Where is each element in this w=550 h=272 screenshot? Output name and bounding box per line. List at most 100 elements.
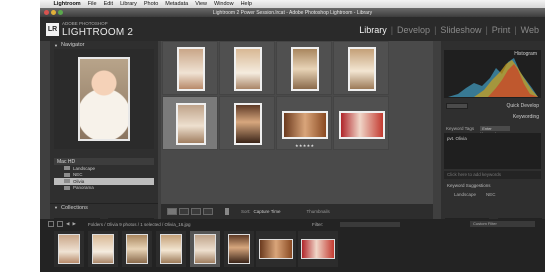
title-bar: Lightroom 2 Power Session.lrcat - Adobe … <box>40 8 545 17</box>
volume-header[interactable]: Mac HD <box>54 158 154 165</box>
close-window-button[interactable] <box>44 10 49 15</box>
folder-icon <box>64 166 70 171</box>
window-title: Lightroom 2 Power Session.lrcat - Adobe … <box>212 9 373 16</box>
grid-cell-selected[interactable] <box>162 96 218 150</box>
right-panel: Histogram Quick Develop Keywording Keywo… <box>441 41 545 227</box>
photo-thumbnail <box>282 111 328 139</box>
navigator-title: Navigator <box>60 42 85 48</box>
collapse-triangle-icon: ▼ <box>54 42 58 48</box>
filter-label: Filter: <box>312 221 324 227</box>
histogram[interactable]: Histogram <box>444 50 541 98</box>
add-keywords-field[interactable]: Click here to add keywords <box>444 171 541 179</box>
custom-filter-select[interactable]: Custom Filter <box>470 221 535 227</box>
grid-cell[interactable] <box>162 41 218 95</box>
menu-metadata[interactable]: Metadata <box>162 1 192 7</box>
menu-window[interactable]: Window <box>211 1 238 7</box>
filmstrip-thumbnail <box>259 239 293 259</box>
folder-label: NEC <box>73 172 83 178</box>
filmstrip: ◀ ▶ Folders / Olivia 9 photos / 1 select… <box>40 219 545 272</box>
module-library[interactable]: Library <box>355 25 391 35</box>
folder-label: Panorama <box>73 185 94 191</box>
menu-edit[interactable]: Edit <box>100 1 116 7</box>
module-develop[interactable]: Develop <box>393 25 434 35</box>
filmstrip-cell-selected[interactable] <box>190 231 220 267</box>
menu-help[interactable]: Help <box>237 1 255 7</box>
filmstrip-bar: ◀ ▶ Folders / Olivia 9 photos / 1 select… <box>40 219 545 229</box>
photo-thumbnail <box>177 47 205 91</box>
quick-develop-title: Quick Develop <box>506 103 539 109</box>
filmstrip-cell[interactable] <box>88 231 118 267</box>
filmstrip-thumbnail <box>228 234 250 264</box>
keyword-entry-box[interactable]: pvt. Olivia <box>444 133 541 169</box>
menu-lightroom[interactable]: Lightroom <box>50 1 84 7</box>
preset-select[interactable] <box>446 103 468 109</box>
grid-view-icon[interactable] <box>167 208 177 215</box>
filmstrip-thumbnail <box>126 234 148 264</box>
product-name: LIGHTROOM 2 <box>62 27 134 38</box>
zoom-window-button[interactable] <box>58 10 63 15</box>
keywording-header[interactable]: Keywording <box>444 114 541 122</box>
grid-cell[interactable] <box>219 96 275 150</box>
grid-cell[interactable]: ★★★★★ <box>276 96 332 150</box>
volume-label: Mac HD <box>57 158 76 165</box>
rating-stars[interactable]: ★★★★★ <box>295 143 314 148</box>
library-toolbar: Sort: Capture Time Thumbnails <box>161 204 433 219</box>
module-print[interactable]: Print <box>488 25 515 35</box>
grid-cell[interactable] <box>333 41 389 95</box>
keyword-suggestion[interactable]: Landscape <box>454 192 476 197</box>
filmstrip-cell[interactable] <box>224 231 254 267</box>
filmstrip-cell[interactable] <box>298 231 338 267</box>
navigator-header[interactable]: ▼ Navigator <box>50 41 158 49</box>
grid-cell[interactable] <box>219 41 275 95</box>
menu-photo[interactable]: Photo <box>140 1 161 7</box>
screen: Lightroom File Edit Library Photo Metada… <box>0 0 550 272</box>
survey-view-icon[interactable] <box>203 208 213 215</box>
filmstrip-thumbnail <box>92 234 114 264</box>
keyword-mode-select[interactable]: Enter Keywords <box>480 126 511 136</box>
identity-plate: LR ADOBE PHOTOSHOP LIGHTROOM 2 Library |… <box>40 17 545 41</box>
collapse-triangle-icon: ▼ <box>54 205 58 210</box>
grid-cell[interactable] <box>333 96 389 150</box>
menu-file[interactable]: File <box>84 1 100 7</box>
collections-header[interactable]: ▼ Collections <box>50 203 158 211</box>
folder-row[interactable]: Panorama <box>54 185 154 192</box>
photo-thumbnail <box>234 47 262 91</box>
keyword-suggestion[interactable]: NEC <box>486 192 496 197</box>
left-panel: ▼ Navigator Mac HD Landscape NEC Olivia <box>50 41 158 227</box>
compare-view-icon[interactable] <box>191 208 201 215</box>
filmstrip-thumbnail <box>194 234 216 264</box>
grid-cell[interactable] <box>276 41 332 95</box>
histogram-title: Histogram <box>514 51 537 57</box>
folder-icon <box>64 185 70 190</box>
navigator-photo <box>78 57 130 141</box>
folder-icon <box>64 172 70 177</box>
filmstrip-cell[interactable] <box>256 231 296 267</box>
module-slideshow[interactable]: Slideshow <box>436 25 485 35</box>
menu-view[interactable]: View <box>192 1 211 7</box>
filmstrip-cell[interactable] <box>156 231 186 267</box>
second-window-icon[interactable] <box>48 221 54 227</box>
navigator-preview[interactable] <box>54 49 154 149</box>
filmstrip-cell[interactable] <box>54 231 84 267</box>
grid-icon[interactable] <box>57 221 63 227</box>
forward-arrow-icon[interactable]: ▶ <box>72 221 75 227</box>
painter-spray-can-icon[interactable] <box>225 208 229 215</box>
lightroom-logo: LR <box>46 23 59 36</box>
filmstrip-source-info[interactable]: Folders / Olivia 9 photos / 1 selected /… <box>88 222 191 227</box>
module-web[interactable]: Web <box>517 25 543 35</box>
back-arrow-icon[interactable]: ◀ <box>66 221 69 227</box>
minimize-window-button[interactable] <box>51 10 56 15</box>
loupe-view-icon[interactable] <box>179 208 189 215</box>
folder-label: Landscape <box>73 165 96 171</box>
sort-label: Sort: <box>241 209 251 214</box>
filmstrip-cell[interactable] <box>122 231 152 267</box>
sort-select[interactable]: Capture Time <box>254 209 281 214</box>
filter-stars[interactable] <box>340 221 400 227</box>
filmstrip-thumbnail <box>301 239 335 259</box>
menu-library[interactable]: Library <box>117 1 141 7</box>
thumbnails-slider-label[interactable]: Thumbnails <box>307 209 330 214</box>
quick-develop-row[interactable]: Quick Develop <box>444 102 541 110</box>
keyword-suggestions: Landscape NEC <box>444 192 541 197</box>
photo-thumbnail <box>339 111 385 139</box>
window-controls <box>44 10 63 15</box>
